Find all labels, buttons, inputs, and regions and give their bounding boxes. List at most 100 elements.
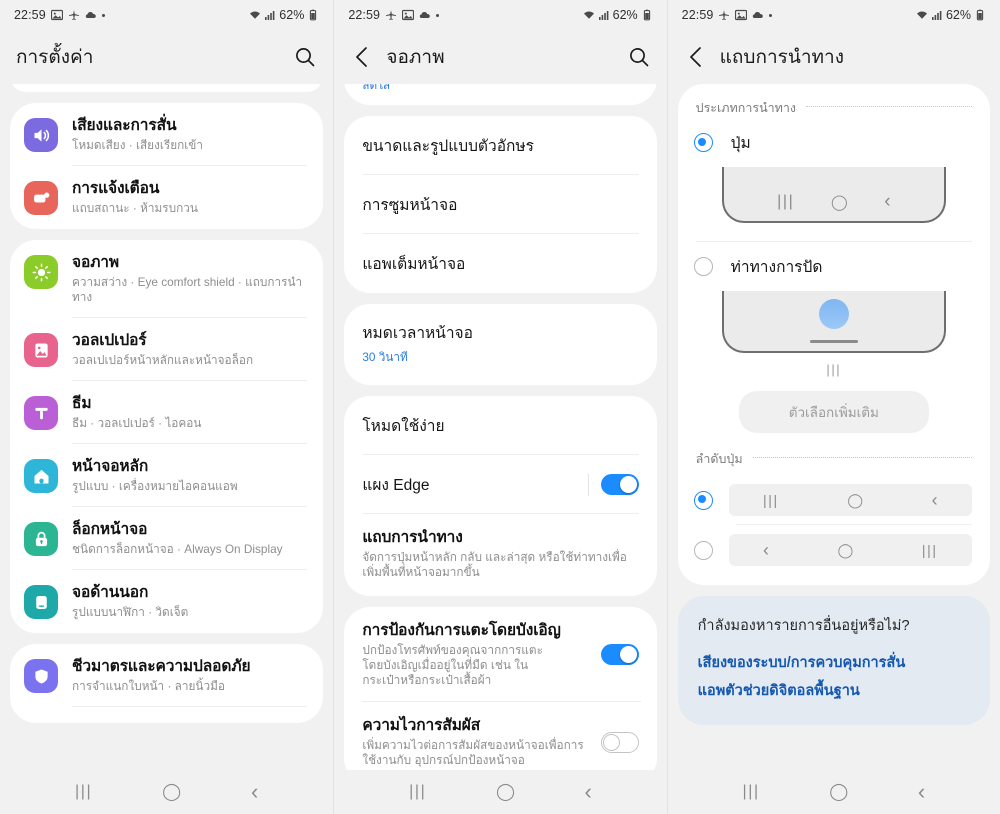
dotted-rule (806, 106, 972, 107)
status-bar: 22:59 62% (334, 0, 666, 30)
list-item[interactable]: ล็อกหน้าจอ ชนิดการล็อกหน้าจอ · Always On… (10, 507, 323, 570)
list-item-navigation-bar[interactable]: แถบการนำทาง จัดการปุ่มหน้าหลัก กลับ และล… (344, 514, 656, 596)
list-item[interactable]: การแจ้งเตือน แถบสถานะ · ห้ามรบกวน (10, 166, 323, 229)
screen-settings: 22:59 62% การตั้งค่า เสียงและการสั่น โหม… (0, 0, 334, 814)
shield-icon (24, 659, 58, 693)
battery-percent: 62% (279, 8, 305, 22)
card-tail (10, 707, 323, 723)
back-button[interactable]: ‹ (918, 779, 925, 805)
list-item-texts: ชีวมาตรและความปลอดภัย การจำแนกใบหน้า · ล… (72, 657, 305, 694)
radio-icon[interactable] (693, 540, 713, 560)
list-item-texts: ล็อกหน้าจอ ชนิดการล็อกหน้าจอ · Always On… (72, 520, 305, 557)
back-button[interactable]: ‹ (585, 779, 592, 805)
partial-item-label: สดใส (362, 84, 391, 92)
toggle-divider (587, 473, 589, 496)
home-button[interactable]: ◯ (496, 782, 515, 802)
list-item-fullscreen-apps[interactable]: แอพเต็มหน้าจอ (344, 234, 656, 293)
status-bar-right: 62% (916, 8, 986, 22)
list-item-title: เสียงและการสั่น (72, 117, 177, 134)
radio-icon[interactable] (693, 490, 713, 510)
radio-label: ท่าทางการปัด (730, 259, 823, 276)
wifi-icon (583, 9, 595, 21)
list-item-subtitle: รูปแบบนาฬิกา · วิดเจ็ต (72, 605, 189, 619)
list-item-accidental-touch[interactable]: การป้องกันการแตะโดยบังเอิญ ปกป้องโทรศัพท… (344, 607, 656, 702)
navigation-settings-list[interactable]: ประเภทการนำทาง ปุ่ม ||| ◯ ‹ ท่าทางการปัด… (668, 84, 1000, 770)
display-settings-list[interactable]: สดใส ขนาดและรูปแบบตัวอักษร การซูมหน้าจอ … (334, 84, 666, 770)
recents-button[interactable]: ||| (75, 783, 92, 801)
list-item-subtitle: เพิ่มความไวต่อการสัมผัสของหน้าจอเพื่อการ… (362, 738, 584, 767)
list-item[interactable]: เสียงและการสั่น โหมดเสียง · เสียงเรียกเข… (10, 103, 323, 166)
toggle-knob (602, 733, 620, 751)
radio-option-buttons[interactable]: ปุ่ม (678, 124, 990, 159)
gesture-handle-bar (809, 340, 858, 343)
back-glyph: ‹ (931, 489, 938, 510)
search-icon[interactable] (293, 45, 317, 69)
section-header-navigation-type: ประเภทการนำทาง (678, 84, 990, 124)
icon-slot (24, 394, 58, 430)
list-item[interactable]: หน้าจอหลัก รูปแบบ · เครื่องหมายไอคอนแอพ (10, 444, 323, 507)
list-item-texts: ความไวการสัมผัส เพิ่มความไวต่อการสัมผัสข… (362, 716, 588, 768)
notification-icon (24, 181, 58, 215)
home-button[interactable]: ◯ (829, 782, 848, 802)
home-glyph: ◯ (830, 194, 848, 211)
status-bar-right: 62% (249, 8, 319, 22)
order-option-2[interactable]: ‹ ◯ ||| (678, 525, 990, 575)
list-item-screen-zoom[interactable]: การซูมหน้าจอ (344, 175, 656, 234)
list-item[interactable]: วอลเปเปอร์ วอลเปเปอร์หน้าหลักและหน้าจอล็… (10, 318, 323, 381)
card-easymode-edge-navbar: โหมดใช้ง่าย แผง Edge แถบการนำทาง จัดการป… (344, 396, 657, 596)
home-glyph: ◯ (847, 491, 863, 508)
back-glyph: ‹ (762, 539, 769, 560)
back-arrow-icon[interactable] (684, 44, 710, 70)
list-item-texts: เสียงและการสั่น โหมดเสียง · เสียงเรียกเข… (72, 116, 305, 153)
list-item[interactable]: ชีวมาตรและความปลอดภัย การจำแนกใบหน้า · ล… (10, 644, 323, 707)
dot-icon (101, 13, 105, 17)
list-item[interactable]: จอภาพ ความสว่าง · Eye comfort shield · แ… (10, 240, 323, 318)
list-item-touch-sensitivity[interactable]: ความไวการสัมผัส เพิ่มความไวต่อการสัมผัสข… (344, 702, 656, 770)
radio-option-gestures[interactable]: ท่าทางการปัด (678, 242, 990, 283)
edge-panels-toggle[interactable] (600, 474, 639, 495)
order-option-1[interactable]: ||| ◯ ‹ (678, 475, 990, 525)
link-digital-assistant-app[interactable]: แอพตัวช่วยดิจิตอลพื้นฐาน (698, 677, 970, 705)
accidental-touch-toggle[interactable] (600, 644, 639, 665)
wallpaper-icon (24, 333, 58, 367)
section-label: ลำดับปุ่ม (695, 452, 743, 466)
list-item-edge-panels[interactable]: แผง Edge (344, 455, 656, 514)
card-partial-top: สดใส (344, 84, 657, 105)
list-item-screen-timeout[interactable]: หมดเวลาหน้าจอ 30 วินาที (344, 304, 656, 385)
list-item-title: การป้องกันการแตะโดยบังเอิญ (362, 622, 561, 639)
recents-button[interactable]: ||| (409, 783, 426, 801)
link-system-sounds[interactable]: เสียงของระบบ/การควบคุมการสั่น (698, 649, 970, 677)
list-item-texts: วอลเปเปอร์ วอลเปเปอร์หน้าหลักและหน้าจอล็… (72, 331, 305, 368)
back-arrow-icon[interactable] (350, 44, 376, 70)
list-item-title: การแจ้งเตือน (72, 180, 160, 197)
list-item-font-size[interactable]: ขนาดและรูปแบบตัวอักษร (344, 116, 656, 175)
radio-icon[interactable] (693, 133, 713, 152)
list-item-subtitle: ความสว่าง · Eye comfort shield · แถบการน… (72, 275, 303, 304)
image-icon (735, 9, 748, 21)
list-item-easy-mode[interactable]: โหมดใช้ง่าย (344, 396, 656, 455)
list-item[interactable]: ธีม ธีม · วอลเปเปอร์ · ไอคอน (10, 381, 323, 444)
radio-label: ปุ่ม (730, 135, 751, 152)
list-item-texts: หน้าจอหลัก รูปแบบ · เครื่องหมายไอคอนแอพ (72, 457, 305, 494)
preview-gestures: ||| (721, 291, 946, 377)
touch-sensitivity-toggle[interactable] (600, 731, 639, 753)
list-item-title: แอพเต็มหน้าจอ (362, 256, 466, 273)
back-button[interactable]: ‹ (251, 779, 258, 805)
radio-icon[interactable] (693, 257, 713, 276)
recents-button[interactable]: ||| (742, 783, 759, 801)
icon-slot (24, 331, 58, 367)
more-options-button[interactable]: ตัวเลือกเพิ่มเติม (738, 391, 929, 433)
search-icon[interactable] (627, 45, 651, 69)
card-partial (10, 84, 324, 92)
signal-icon (931, 9, 943, 21)
list-item-subtitle: โหมดเสียง · เสียงเรียกเข้า (72, 138, 203, 152)
icon-slot (24, 457, 58, 493)
sound-icon (24, 118, 58, 152)
battery-icon (641, 9, 653, 21)
list-item[interactable]: จอด้านนอก รูปแบบนาฬิกา · วิดเจ็ต (10, 570, 323, 633)
settings-list[interactable]: เสียงและการสั่น โหมดเสียง · เสียงเรียกเข… (0, 84, 333, 770)
home-button[interactable]: ◯ (162, 782, 181, 802)
icon-slot (24, 520, 58, 556)
recents-glyph: ||| (762, 492, 779, 508)
list-item-texts: การป้องกันการแตะโดยบังเอิญ ปกป้องโทรศัพท… (362, 621, 588, 688)
